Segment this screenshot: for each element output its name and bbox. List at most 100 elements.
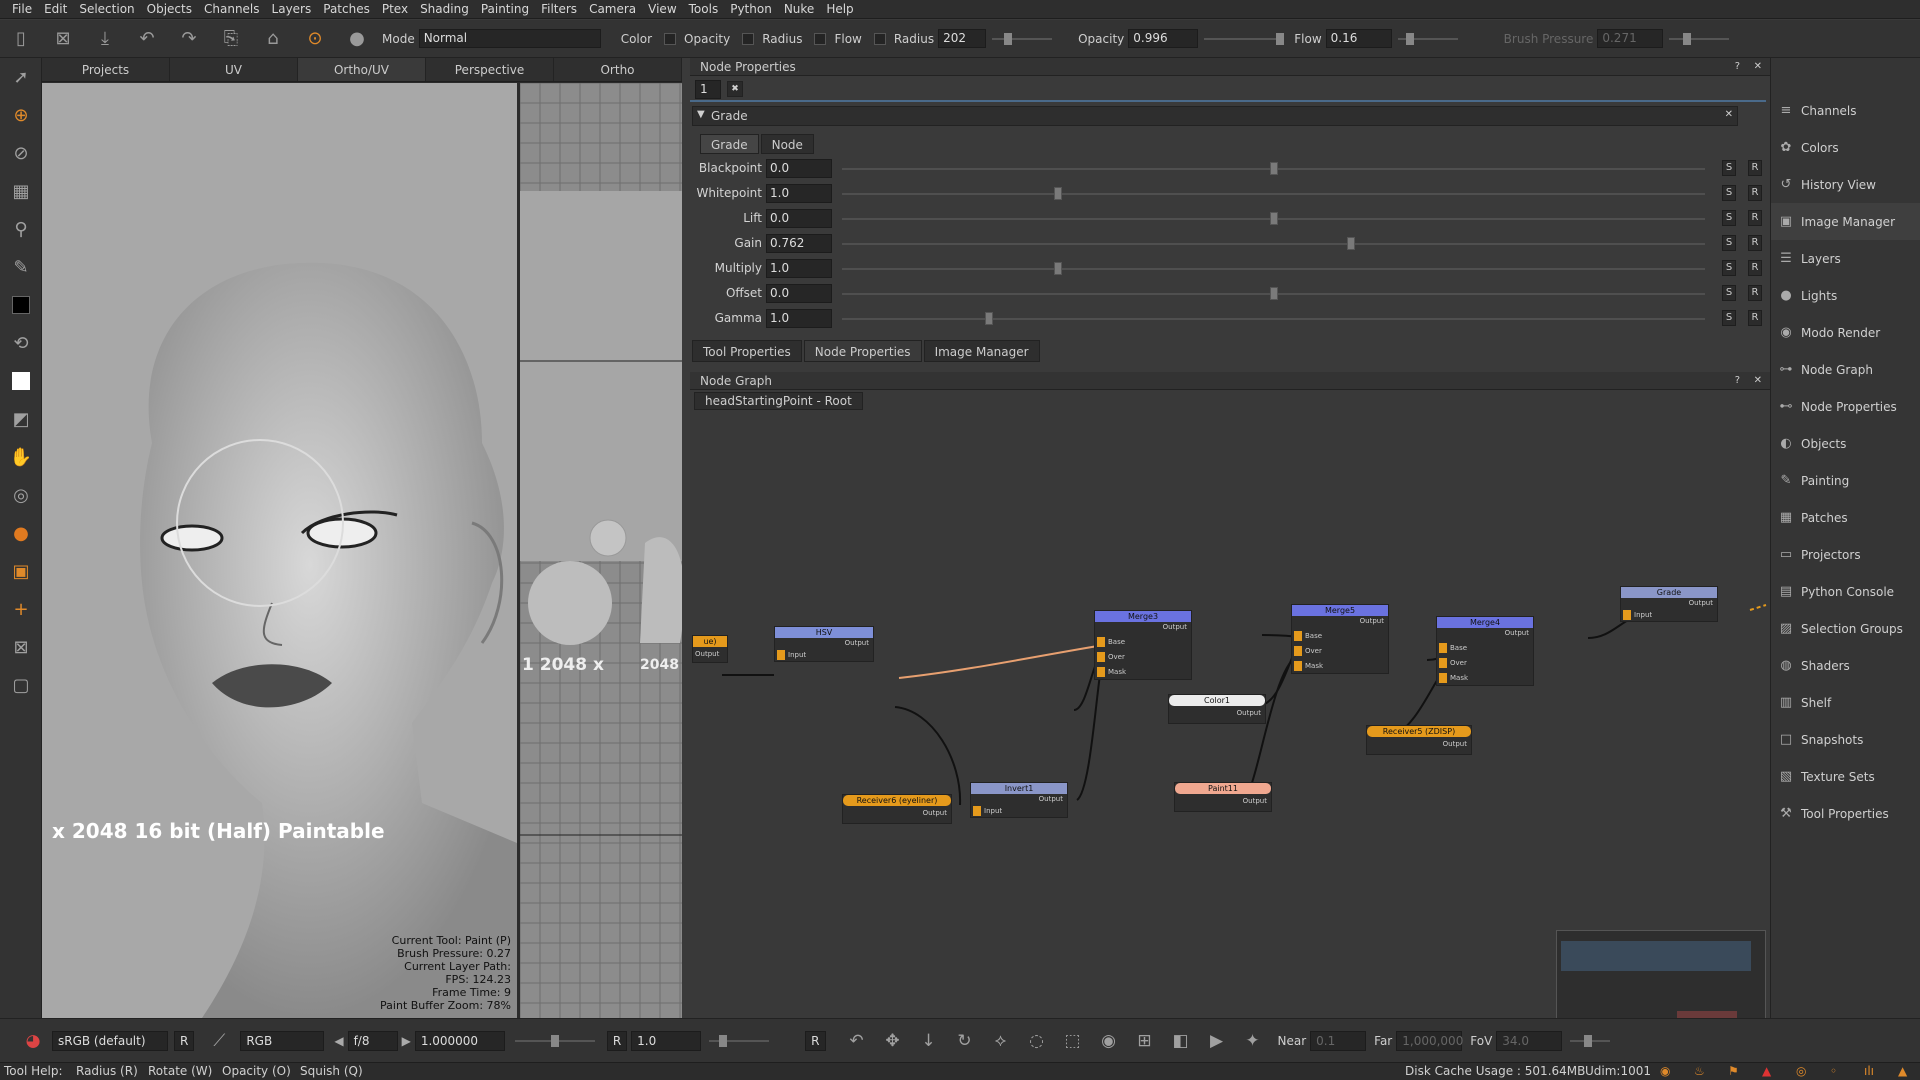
param-slider[interactable] [842, 287, 1705, 300]
light-icon[interactable]: ✦ [1238, 1027, 1268, 1055]
node-receiver5[interactable]: Receiver5 (ZDISP) Output [1366, 725, 1472, 755]
param-r-button[interactable]: R [1748, 235, 1762, 251]
down-arrow-icon[interactable]: ↓ [914, 1027, 944, 1055]
param-value-input[interactable]: 0.0 [766, 209, 832, 228]
node-invert1[interactable]: Invert1 Output Input [970, 782, 1068, 818]
param-value-input[interactable]: 0.762 [766, 234, 832, 253]
node-base-port[interactable]: Base [1097, 637, 1125, 647]
flow-input[interactable]: 0.16 [1325, 29, 1392, 48]
menu-help[interactable]: Help [820, 2, 859, 16]
menu-edit[interactable]: Edit [38, 2, 73, 16]
foreground-color-swatch[interactable] [0, 286, 42, 324]
param-r-button[interactable]: R [1748, 285, 1762, 301]
node-output-port[interactable]: Output [923, 809, 947, 817]
tab-projects[interactable]: Projects [42, 58, 170, 81]
uv-view[interactable]: 1 2048 x 2048 [520, 83, 682, 1018]
mode-select[interactable]: Normal [418, 29, 601, 48]
menu-objects[interactable]: Objects [141, 2, 198, 16]
gizmo-icon[interactable]: ◎ [0, 476, 42, 514]
status-icon-6[interactable]: ◦ [1830, 1063, 1837, 1080]
flow-checkbox[interactable] [814, 32, 827, 45]
node-paint11[interactable]: Paint11 Output [1174, 782, 1272, 812]
colorspace-r-toggle[interactable]: R [174, 1030, 195, 1051]
radius-checkbox[interactable] [742, 32, 755, 45]
undo-icon[interactable]: ↶ [133, 25, 161, 53]
snap-icon[interactable]: ⊞ [1130, 1027, 1160, 1055]
shade-icon[interactable]: ◧ [1166, 1027, 1196, 1055]
sidebar-item-node-properties[interactable]: ⊷ Node Properties [1771, 388, 1920, 425]
move-icon[interactable]: ✥ [878, 1027, 908, 1055]
tab-tool-properties[interactable]: Tool Properties [692, 340, 802, 362]
status-icon-3[interactable]: ⚑ [1728, 1063, 1739, 1080]
node-merge5[interactable]: Merge5 Output Base Over Mask [1291, 604, 1389, 674]
exposure-slider[interactable] [514, 1034, 595, 1047]
node-graph-canvas[interactable]: ue) Output HSV Output Input Merge3 Outpu… [692, 410, 1768, 1018]
warning-icon[interactable]: ▲ [1762, 1063, 1771, 1080]
status-icon-1[interactable]: ◉ [1660, 1063, 1670, 1080]
param-slider-knob[interactable] [1270, 212, 1278, 225]
cube-icon[interactable]: ⬚ [1058, 1027, 1088, 1055]
tab-node-properties[interactable]: Node Properties [803, 340, 922, 362]
menu-tools[interactable]: Tools [683, 2, 725, 16]
default-colors-icon[interactable]: ◩ [0, 400, 42, 438]
pivot-icon[interactable]: + [0, 590, 42, 628]
param-r-button[interactable]: R [1748, 160, 1762, 176]
node-over-port[interactable]: Over [1439, 658, 1467, 668]
menu-filters[interactable]: Filters [535, 2, 583, 16]
snapshot-icon[interactable]: ⎘ [217, 25, 245, 53]
param-slider[interactable] [842, 262, 1705, 275]
param-s-button[interactable]: S [1722, 285, 1736, 301]
param-s-button[interactable]: S [1722, 260, 1736, 276]
node-count-input[interactable]: 1 [695, 80, 721, 99]
sidebar-item-patches[interactable]: ▦ Patches [1771, 499, 1920, 536]
menu-python[interactable]: Python [724, 2, 778, 16]
rotate-icon[interactable]: ↻ [950, 1027, 980, 1055]
grade-section-header[interactable]: ▼ Grade ✕ [692, 106, 1738, 126]
opacity-input[interactable]: 0.996 [1128, 29, 1199, 48]
sidebar-item-shelf[interactable]: ▥ Shelf [1771, 684, 1920, 721]
tab-grade[interactable]: Grade [700, 134, 759, 154]
param-slider[interactable] [842, 312, 1705, 325]
param-s-button[interactable]: S [1722, 310, 1736, 326]
brush-pressure-input[interactable]: 0.271 [1597, 29, 1664, 48]
undo-view-icon[interactable]: ↶ [842, 1027, 872, 1055]
node-output-port[interactable]: Output [1505, 629, 1529, 637]
node-merge4[interactable]: Merge4 Output Base Over Mask [1436, 616, 1534, 686]
menu-nuke[interactable]: Nuke [778, 2, 821, 16]
node-output-port[interactable]: Output [1360, 617, 1384, 625]
param-slider-knob[interactable] [1054, 187, 1062, 200]
radius-enable-checkbox[interactable] [873, 32, 886, 45]
node-input-port[interactable]: Input [973, 806, 1002, 816]
panel-help-icon[interactable]: ? [1735, 58, 1740, 76]
param-slider-knob[interactable] [1270, 287, 1278, 300]
sidebar-item-python-console[interactable]: ▤ Python Console [1771, 573, 1920, 610]
node-output-port[interactable]: Output [1039, 795, 1063, 803]
node-receiver6[interactable]: Receiver6 (eyeliner) Output [842, 794, 952, 824]
param-s-button[interactable]: S [1722, 210, 1736, 226]
param-r-button[interactable]: R [1748, 310, 1762, 326]
sidebar-item-history-view[interactable]: ↺ History View [1771, 166, 1920, 203]
param-slider-knob[interactable] [1270, 162, 1278, 175]
radius-slider[interactable] [992, 32, 1053, 45]
panel-splitter[interactable] [682, 58, 690, 1018]
node-input-port[interactable]: Input [777, 650, 806, 660]
param-r-button[interactable]: R [1748, 210, 1762, 226]
channel-select[interactable]: RGB [240, 1030, 325, 1051]
paint-brush-icon[interactable]: ⊙ [301, 25, 329, 53]
node-hsv[interactable]: HSV Output Input [774, 626, 874, 662]
camera-icon[interactable]: ⌂ [259, 25, 287, 53]
sidebar-item-selection-groups[interactable]: ▨ Selection Groups [1771, 610, 1920, 647]
gain-slider[interactable] [709, 1034, 770, 1047]
eye-icon[interactable]: ◉ [1094, 1027, 1124, 1055]
tab-ortho[interactable]: Ortho [554, 58, 682, 81]
node-graph-minimap[interactable] [1556, 930, 1766, 1018]
node-mask-port[interactable]: Mask [1439, 673, 1468, 683]
param-value-input[interactable]: 1.0 [766, 184, 832, 203]
new-file-icon[interactable]: ▯ [7, 25, 35, 53]
status-icon-2[interactable]: ♨ [1694, 1063, 1705, 1080]
param-s-button[interactable]: S [1722, 185, 1736, 201]
node-over-port[interactable]: Over [1294, 646, 1322, 656]
status-icon-7[interactable]: ılı [1864, 1063, 1874, 1080]
eyedropper-icon[interactable]: ✎ [0, 248, 42, 286]
node-output-port[interactable]: Output [1243, 797, 1267, 805]
